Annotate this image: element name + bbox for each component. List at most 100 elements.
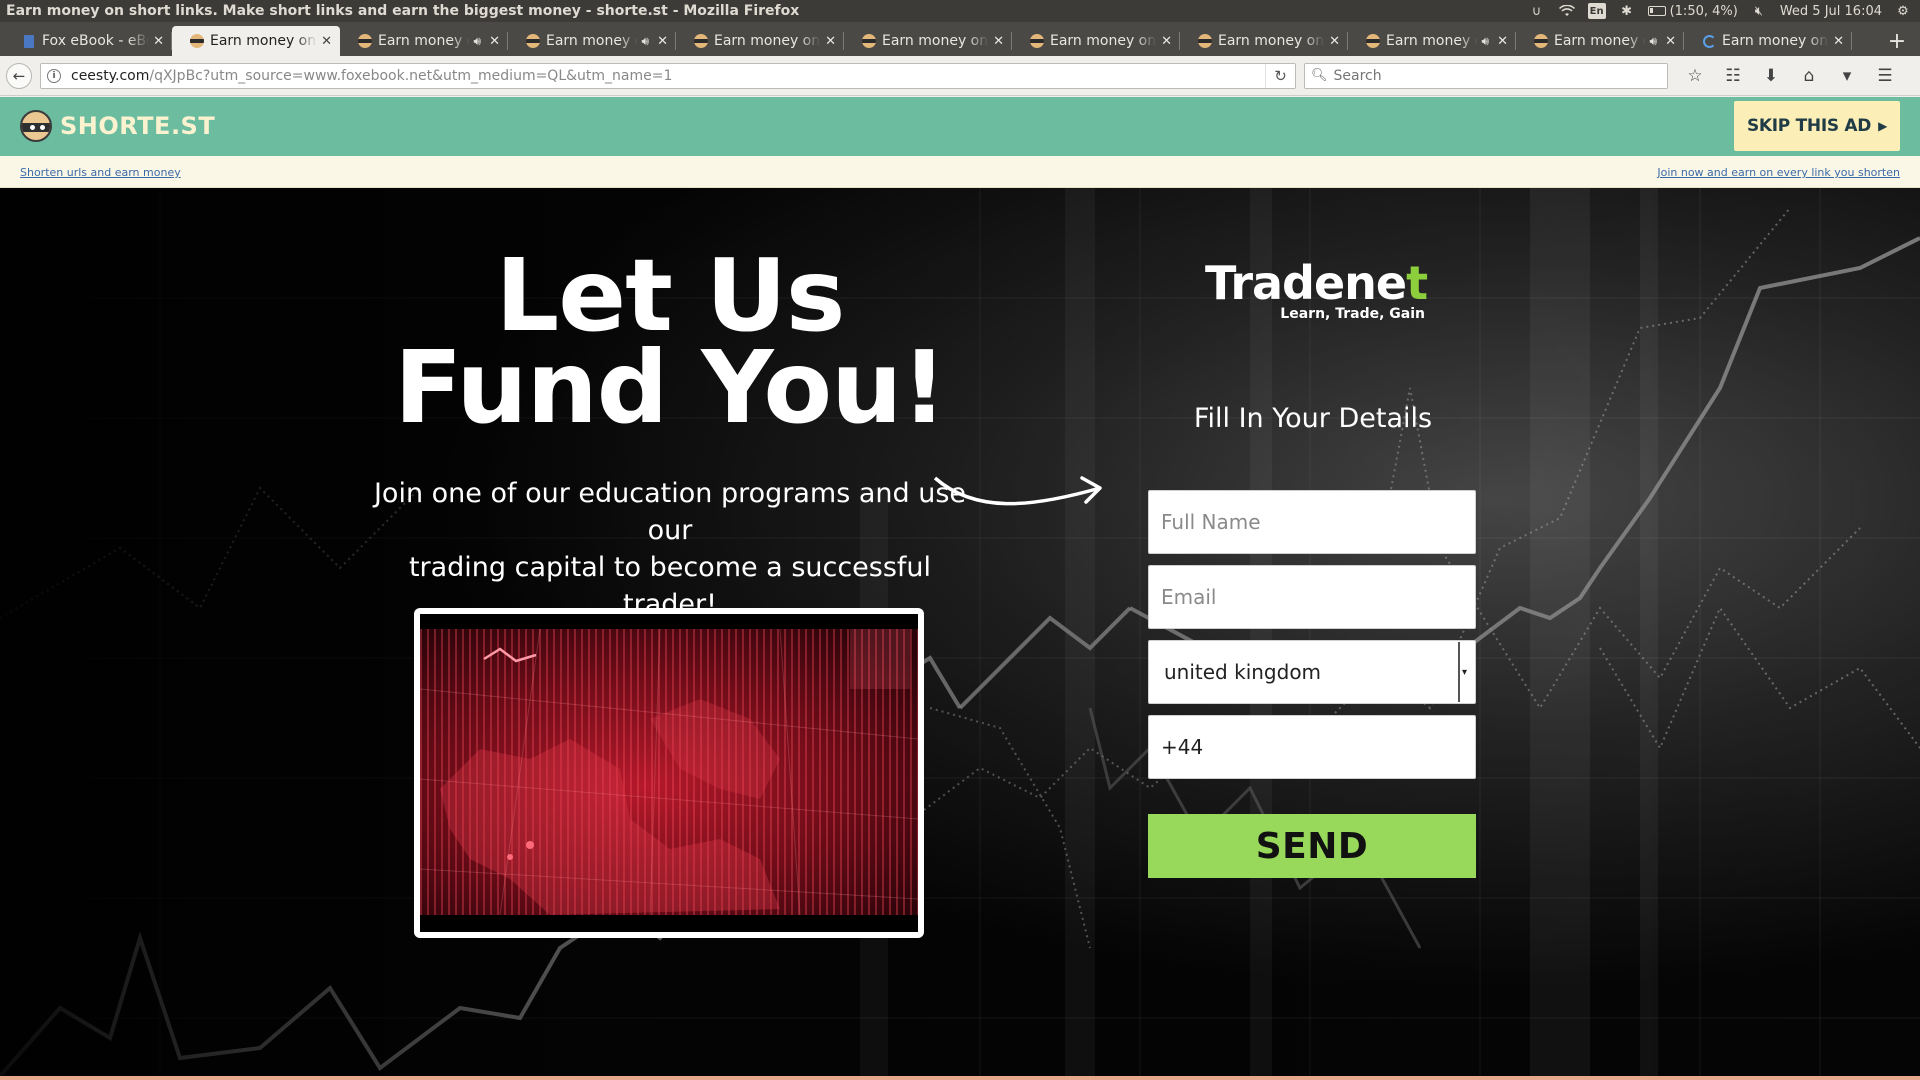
clock[interactable]: Wed 5 Jul 16:04 bbox=[1780, 4, 1882, 19]
close-icon[interactable]: ✕ bbox=[1665, 34, 1676, 49]
close-icon[interactable]: ✕ bbox=[1329, 34, 1340, 49]
join-now-link[interactable]: Join now and earn on every link you shor… bbox=[1657, 166, 1900, 179]
bookmark-star-icon[interactable]: ☆ bbox=[1678, 62, 1712, 90]
play-arrow-icon: ▶ bbox=[1878, 119, 1888, 133]
reload-icon[interactable]: ↻ bbox=[1265, 63, 1295, 88]
tab-label: Earn money c bbox=[378, 33, 470, 49]
audio-playing-icon[interactable]: 🔊︎ bbox=[642, 34, 650, 49]
tab-label: Earn money c bbox=[546, 33, 638, 49]
close-icon[interactable]: ✕ bbox=[1161, 34, 1172, 49]
email-field[interactable] bbox=[1148, 565, 1476, 629]
home-icon[interactable]: ⌂ bbox=[1792, 62, 1826, 90]
shortest-icon bbox=[694, 34, 708, 48]
search-icon: 🔍︎ bbox=[1311, 68, 1328, 83]
full-name-input[interactable] bbox=[1161, 491, 1475, 553]
new-tab-button[interactable]: + bbox=[1880, 26, 1914, 56]
os-top-bar: Earn money on short links. Make short li… bbox=[0, 0, 1920, 22]
close-icon[interactable]: ✕ bbox=[1497, 34, 1508, 49]
tab[interactable]: Fox eBook - eBo ✕ bbox=[4, 26, 172, 56]
system-tray: ∪ En ✱ (1:50, 4%) 🔇︎ Wed 5 Jul 16:04 ⚙ bbox=[1528, 0, 1920, 22]
close-icon[interactable]: ✕ bbox=[489, 34, 500, 49]
phone-field[interactable]: +44 bbox=[1148, 715, 1476, 779]
power-gear-icon[interactable]: ⚙ bbox=[1894, 2, 1912, 20]
back-button[interactable]: ← bbox=[6, 62, 32, 89]
full-name-field[interactable] bbox=[1148, 490, 1476, 554]
toolbar-icons: ☆ ☷ ⬇︎ ⌂ ▾ ☰ bbox=[1678, 62, 1902, 90]
tab-label: Earn money c bbox=[1386, 33, 1478, 49]
search-bar[interactable]: 🔍︎ bbox=[1304, 62, 1668, 89]
tab[interactable]: Earn money on s ✕ bbox=[1684, 26, 1852, 56]
tab[interactable]: Earn money c 🔊︎ ✕ bbox=[340, 26, 508, 56]
brand-name: Tradenet bbox=[1205, 256, 1428, 310]
ad-headline: Let Us Fund You! bbox=[330, 246, 1010, 446]
dropdown-caret-icon: ▾ bbox=[1457, 642, 1467, 702]
close-icon[interactable]: ✕ bbox=[1833, 34, 1844, 49]
tab[interactable]: Earn money on s ✕ bbox=[1012, 26, 1180, 56]
tradenet-logo[interactable]: Tradenet Learn, Trade, Gain bbox=[1205, 256, 1428, 322]
tab[interactable]: Earn money c 🔊︎ ✕ bbox=[1348, 26, 1516, 56]
close-icon[interactable]: ✕ bbox=[153, 34, 164, 49]
subline-line-1: Join one of our education programs and u… bbox=[373, 478, 967, 509]
tab[interactable]: Earn money on s ✕ bbox=[844, 26, 1012, 56]
ad-subline: Join one of our education programs and u… bbox=[360, 475, 980, 623]
window-title: Earn money on short links. Make short li… bbox=[6, 3, 800, 19]
tab-label: Earn money on s bbox=[882, 33, 990, 49]
volume-muted-icon[interactable]: 🔇︎ bbox=[1750, 2, 1768, 20]
loading-icon bbox=[1702, 34, 1716, 48]
menu-icon[interactable]: ☰ bbox=[1868, 62, 1902, 90]
url-bar[interactable]: i ceesty.com/qXJpBc?utm_source=www.foxeb… bbox=[40, 62, 1296, 89]
arrow-left-icon: ← bbox=[12, 66, 26, 85]
battery-text: (1:50, 4%) bbox=[1669, 3, 1738, 19]
url-host: ceesty.com bbox=[71, 67, 150, 84]
audio-playing-icon[interactable]: 🔊︎ bbox=[1650, 34, 1658, 49]
ubuntu-one-icon[interactable]: ∪ bbox=[1528, 2, 1546, 20]
country-select[interactable]: united kingdom ▾ bbox=[1148, 640, 1476, 704]
tab-label: Earn money on s bbox=[210, 33, 318, 49]
shortest-logo[interactable]: SHORTE.ST bbox=[20, 110, 215, 142]
skip-ad-button[interactable]: SKIP THIS AD ▶ bbox=[1734, 101, 1900, 151]
keyboard-layout-icon[interactable]: En bbox=[1587, 3, 1606, 19]
shortest-header: SHORTE.ST SKIP THIS AD ▶ bbox=[0, 97, 1920, 156]
shorten-urls-link[interactable]: Shorten urls and earn money bbox=[20, 166, 181, 179]
tab[interactable]: Earn money on s ✕ bbox=[676, 26, 844, 56]
audio-playing-icon[interactable]: 🔊︎ bbox=[474, 34, 482, 49]
close-icon[interactable]: ✕ bbox=[657, 34, 668, 49]
tab[interactable]: Earn money c 🔊︎ ✕ bbox=[1516, 26, 1684, 56]
shortest-icon bbox=[1366, 34, 1380, 48]
tab[interactable]: Earn money c 🔊︎ ✕ bbox=[508, 26, 676, 56]
send-button[interactable]: SEND bbox=[1148, 814, 1476, 878]
battery-indicator[interactable]: (1:50, 4%) bbox=[1647, 3, 1738, 19]
headline-line-2: Fund You! bbox=[394, 329, 947, 446]
ad-banner[interactable]: Let Us Fund You! Join one of our educati… bbox=[0, 188, 1920, 1076]
close-icon[interactable]: ✕ bbox=[825, 34, 836, 49]
wifi-icon[interactable] bbox=[1558, 2, 1576, 20]
book-icon bbox=[22, 34, 36, 48]
shortest-icon bbox=[190, 34, 204, 48]
tab[interactable]: Earn money on s ✕ bbox=[1180, 26, 1348, 56]
info-icon[interactable]: i bbox=[47, 68, 61, 83]
tab-label: Earn money on s bbox=[1218, 33, 1326, 49]
close-icon[interactable]: ✕ bbox=[993, 34, 1004, 49]
url-path: /qXJpBc?utm_source=www.foxebook.net&utm_… bbox=[149, 67, 673, 84]
download-icon[interactable]: ⬇︎ bbox=[1754, 62, 1788, 90]
search-input[interactable] bbox=[1333, 67, 1654, 84]
shortest-link-strip: Shorten urls and earn money Join now and… bbox=[0, 156, 1920, 188]
ninja-logo-icon bbox=[20, 110, 52, 142]
bluetooth-icon[interactable]: ✱ bbox=[1618, 2, 1636, 20]
form-title: Fill In Your Details bbox=[1193, 403, 1433, 434]
shortest-icon bbox=[1534, 34, 1548, 48]
shortest-icon bbox=[526, 34, 540, 48]
tab-label: Earn money on s bbox=[1050, 33, 1158, 49]
screen: Earn money on short links. Make short li… bbox=[0, 0, 1920, 1080]
logo-text: SHORTE.ST bbox=[60, 112, 216, 140]
email-input[interactable] bbox=[1161, 566, 1475, 628]
close-icon[interactable]: ✕ bbox=[321, 34, 332, 49]
reader-list-icon[interactable]: ☷ bbox=[1716, 62, 1750, 90]
pocket-icon[interactable]: ▾ bbox=[1830, 62, 1864, 90]
battery-icon bbox=[1647, 6, 1666, 16]
tab-label: Earn money on s bbox=[1722, 33, 1830, 49]
video-frame[interactable] bbox=[414, 608, 924, 938]
audio-playing-icon[interactable]: 🔊︎ bbox=[1482, 34, 1490, 49]
tab-active[interactable]: Earn money on s ✕ bbox=[172, 26, 340, 56]
video-player[interactable] bbox=[420, 614, 918, 932]
